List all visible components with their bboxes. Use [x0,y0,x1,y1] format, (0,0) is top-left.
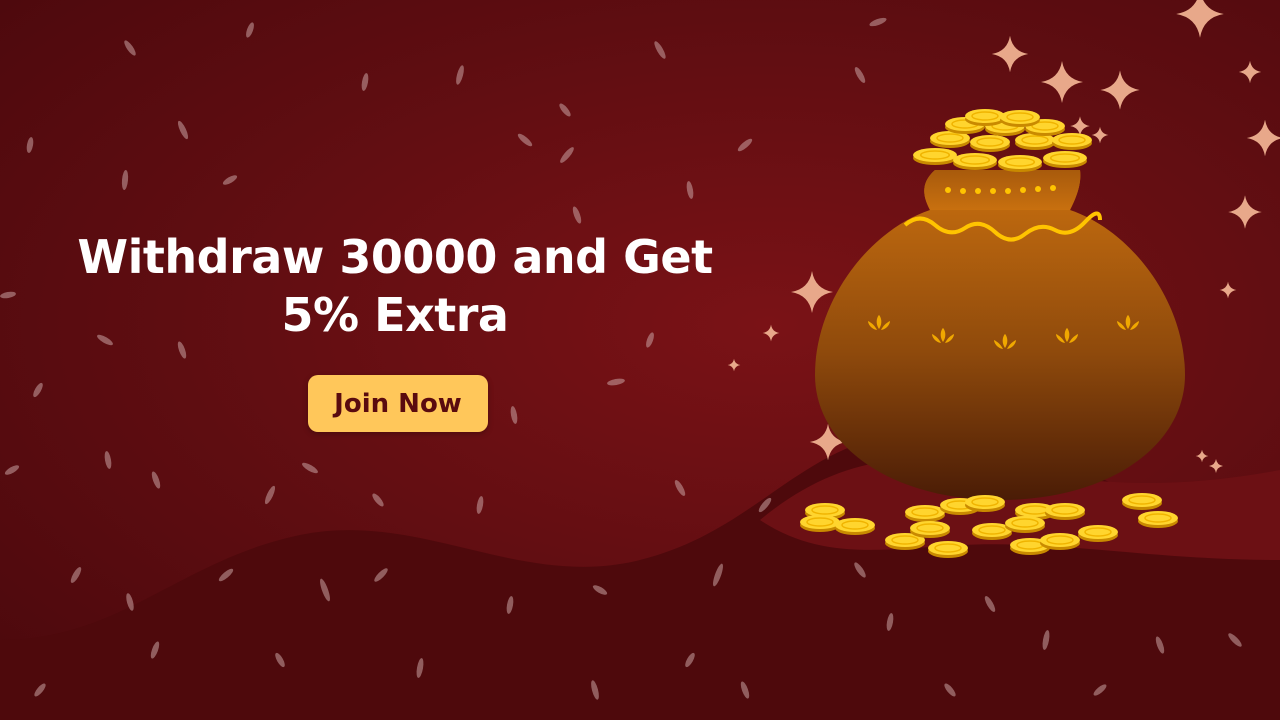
pot-of-gold-icon [815,108,1185,500]
coin-heap [912,108,1093,173]
background-illustration [0,0,1280,720]
headline-line-1: Withdraw 30000 and Get [77,230,713,284]
promo-banner: Withdraw 30000 and Get 5% Extra Join Now [0,0,1280,720]
promo-headline: Withdraw 30000 and Get 5% Extra [40,228,750,344]
headline-line-2: 5% Extra [281,288,509,342]
join-now-button[interactable]: Join Now [308,375,488,432]
